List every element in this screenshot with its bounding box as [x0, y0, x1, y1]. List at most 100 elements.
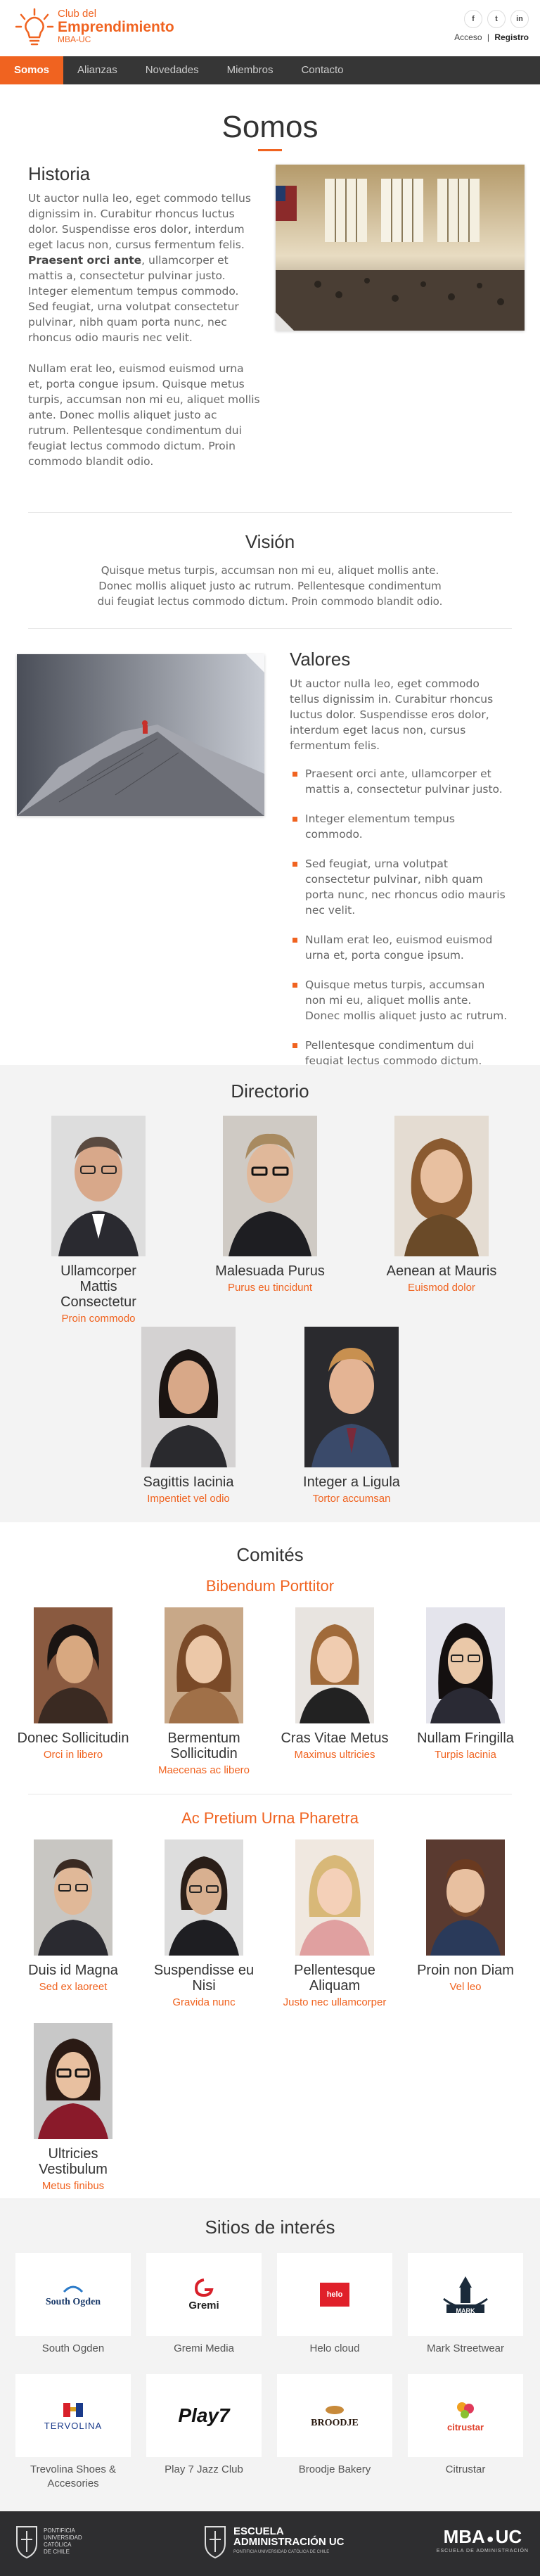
director-name: Malesuada Purus	[215, 1263, 325, 1279]
list-item: Integer elementum tempus commodo.	[290, 811, 508, 842]
member-photo	[34, 1839, 112, 1956]
member-role: Orci in libero	[43, 1749, 103, 1761]
page-title: Somos	[221, 110, 319, 144]
login-link[interactable]: Acceso	[454, 32, 482, 42]
escuela-logo[interactable]: ESCUELA ADMINISTRACIÓN UC PONTIFICIA UNI…	[202, 2524, 345, 2559]
shield-icon	[16, 2526, 37, 2559]
site-tile[interactable]: Play7	[146, 2374, 262, 2457]
director-card[interactable]: Sagittis Iacinia Impentiet vel odio	[132, 1327, 245, 1505]
director-card[interactable]: Aenean at Mauris Euismod dolor	[385, 1116, 498, 1294]
member-card[interactable]: Duis id Magna Sed ex laoreet	[17, 1839, 129, 1993]
register-link[interactable]: Registro	[494, 32, 529, 42]
committee-group-title: Ac Pretium Urna Pharetra	[181, 1809, 359, 1827]
helo-logo: helo	[320, 2283, 349, 2307]
south-ogden-logo: South Ogden	[46, 2282, 101, 2308]
member-card[interactable]: Nullam Fringilla Turpis lacinia	[409, 1607, 522, 1761]
climber-photo	[17, 654, 264, 816]
nav-novedades[interactable]: Novedades	[131, 56, 213, 84]
member-card[interactable]: Bermentum Sollicitudin Maecenas ac liber…	[148, 1607, 260, 1776]
site-label[interactable]: Broodje Bakery	[277, 2463, 392, 2477]
site-tile[interactable]: MARK	[408, 2253, 523, 2336]
member-card[interactable]: Donec Sollicitudin Orci in libero	[17, 1607, 129, 1761]
site-tile[interactable]: TERVOLINA	[15, 2374, 131, 2457]
historia-paragraph-2: Nullam erat leo, euismod euismod urna et…	[28, 362, 260, 468]
site-label[interactable]: Mark Streetwear	[408, 2342, 523, 2356]
sitios-title: Sitios de interés	[205, 2217, 335, 2238]
member-card[interactable]: Pellentesque Aliquam Justo nec ullamcorp…	[278, 1839, 391, 2008]
valores-section: Valores Ut auctor nulla leo, eget commod…	[290, 649, 508, 1098]
list-item: Nullam erat leo, euismod euismod urna et…	[290, 932, 508, 963]
club-logo[interactable]: Club del Emprendimiento MBA-UC	[14, 7, 174, 48]
title-underline	[258, 149, 282, 151]
director-name: Integer a Ligula	[303, 1474, 400, 1490]
director-card[interactable]: Integer a Ligula Tortor accumsan	[295, 1327, 408, 1505]
comites-title: Comités	[236, 1544, 304, 1565]
vision-section: Visión Quisque metus turpis, accumsan no…	[0, 531, 540, 609]
site-label[interactable]: Trevolina Shoes & Accesories	[15, 2463, 131, 2491]
director-role: Purus eu tincidunt	[227, 1282, 313, 1294]
divider	[28, 512, 512, 513]
site-header: Club del Emprendimiento MBA-UC f t in Ac…	[0, 0, 540, 56]
nav-alianzas[interactable]: Alianzas	[63, 56, 131, 84]
director-photo	[223, 1116, 317, 1256]
member-name: Donec Sollicitudin	[17, 1730, 129, 1746]
director-name: Sagittis Iacinia	[143, 1474, 234, 1490]
member-name: Cras Vitae Metus	[281, 1730, 389, 1746]
valores-list: Praesent orci ante, ullamcorper et matti…	[290, 766, 508, 1084]
vision-title: Visión	[245, 531, 295, 552]
director-photo	[304, 1327, 399, 1467]
linkedin-icon[interactable]: in	[510, 10, 529, 28]
twitter-icon[interactable]: t	[487, 10, 506, 28]
puc-logo[interactable]: PONTIFICIA UNIVERSIDAD CATÓLICA DE CHILE	[14, 2524, 82, 2559]
sitios-section: Sitios de interés South Ogden South Ogde…	[0, 2198, 540, 2511]
site-label[interactable]: Gremi Media	[146, 2342, 262, 2356]
member-photo	[295, 1839, 374, 1956]
site-label[interactable]: South Ogden	[15, 2342, 131, 2356]
member-photo	[165, 1607, 243, 1723]
member-role: Justo nec ullamcorper	[283, 1996, 387, 2008]
member-photo	[34, 1607, 112, 1723]
director-photo	[394, 1116, 489, 1256]
member-name: Bermentum Sollicitudin	[167, 1730, 240, 1761]
tervolina-logo: TERVOLINA	[44, 2400, 102, 2431]
site-label[interactable]: Citrustar	[408, 2463, 523, 2477]
site-tile[interactable]: Gremi	[146, 2253, 262, 2336]
main-nav: Somos Alianzas Novedades Miembros Contac…	[0, 56, 540, 84]
mba-uc-logo[interactable]: MBA ●UC ESCUELA DE ADMINISTRACIÓN	[437, 2527, 529, 2553]
play7-logo: Play7	[178, 2404, 230, 2426]
director-card[interactable]: Ullamcorper Mattis Consectetur Proin com…	[42, 1116, 155, 1325]
site-tile[interactable]: citrustar	[408, 2374, 523, 2457]
site-label[interactable]: Play 7 Jazz Club	[146, 2463, 262, 2477]
mark-logo: MARK	[441, 2275, 490, 2314]
nav-contacto[interactable]: Contacto	[287, 56, 357, 84]
site-tile[interactable]: helo	[277, 2253, 392, 2336]
site-tile[interactable]: BROODJE	[277, 2374, 392, 2457]
list-item: Quisque metus turpis, accumsan non mi eu…	[290, 977, 508, 1024]
list-item: Praesent orci ante, ullamcorper et matti…	[290, 766, 508, 797]
divider	[28, 628, 512, 629]
director-name: Aenean at Mauris	[386, 1263, 497, 1279]
member-role: Sed ex laoreet	[39, 1981, 108, 1993]
broodje-logo: BROODJE	[311, 2403, 359, 2429]
site-label[interactable]: Helo cloud	[277, 2342, 392, 2356]
member-card[interactable]: Suspendisse eu Nisi Gravida nunc	[148, 1839, 260, 2008]
director-role: Impentiet vel odio	[147, 1493, 230, 1505]
member-name: Suspendisse eu Nisi	[153, 1963, 255, 1994]
director-card[interactable]: Malesuada Purus Purus eu tincidunt	[214, 1116, 326, 1294]
historia-title: Historia	[28, 163, 91, 184]
member-role: Metus finibus	[41, 2180, 105, 2192]
member-name: Pellentesque Aliquam	[294, 1963, 375, 1994]
lightbulb-icon	[15, 8, 54, 46]
member-card[interactable]: Proin non Diam Vel leo	[409, 1839, 522, 1993]
nav-somos[interactable]: Somos	[0, 56, 64, 84]
member-card[interactable]: Cras Vitae Metus Maximus ultricies	[278, 1607, 391, 1761]
brand-line2: Emprendimiento	[58, 18, 174, 35]
member-photo	[426, 1607, 505, 1723]
director-photo	[51, 1116, 146, 1256]
site-tile[interactable]: South Ogden	[15, 2253, 131, 2336]
facebook-icon[interactable]: f	[464, 10, 482, 28]
member-card[interactable]: Ultricies Vestibulum Metus finibus	[17, 2023, 129, 2192]
gremi-logo: Gremi	[188, 2278, 219, 2312]
citrustar-logo: citrustar	[447, 2399, 484, 2432]
nav-miembros[interactable]: Miembros	[213, 56, 288, 84]
